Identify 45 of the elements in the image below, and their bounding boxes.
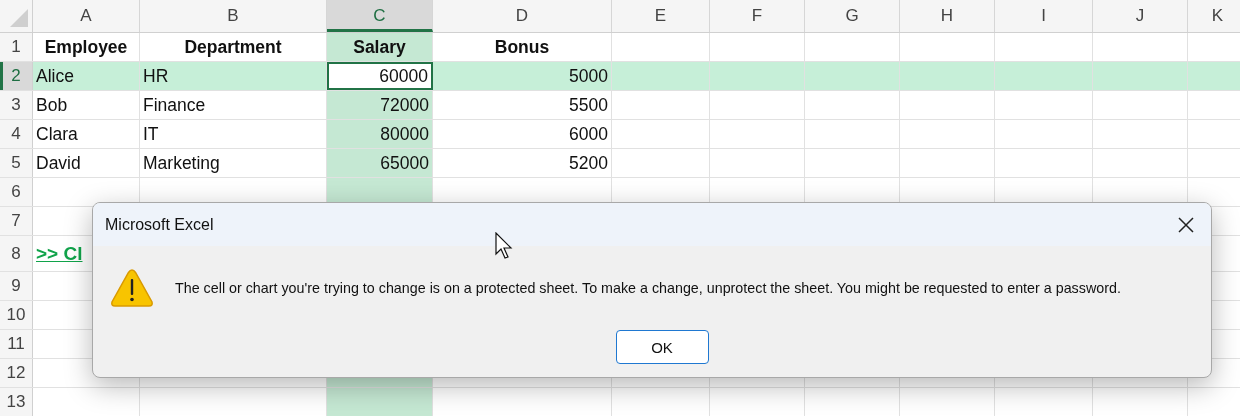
row-header[interactable]: 7 <box>0 207 33 235</box>
column-header[interactable]: H <box>900 0 995 32</box>
column-header[interactable]: K <box>1188 0 1240 32</box>
warning-icon <box>110 268 154 308</box>
table-cell: 5200 <box>433 149 612 177</box>
column-header[interactable]: G <box>805 0 900 32</box>
table-cell: 60000 <box>327 62 433 90</box>
table-cell: 65000 <box>327 149 433 177</box>
table-cell: Salary <box>327 33 433 61</box>
table-cell: Alice <box>33 62 140 90</box>
row-header[interactable]: 2 <box>0 62 33 90</box>
table-cell: David <box>33 149 140 177</box>
table-cell: Clara <box>33 120 140 148</box>
close-icon[interactable] <box>1178 216 1194 233</box>
table-cell: 5000 <box>433 62 612 90</box>
column-header[interactable]: E <box>612 0 710 32</box>
column-header[interactable]: F <box>710 0 805 32</box>
cursor-icon <box>495 232 513 260</box>
column-header[interactable]: D <box>433 0 612 32</box>
table-cell: 80000 <box>327 120 433 148</box>
table-cell: 72000 <box>327 91 433 119</box>
row-header[interactable]: 11 <box>0 330 33 358</box>
row-header[interactable]: 4 <box>0 120 33 148</box>
row-header[interactable]: 8 <box>0 236 33 271</box>
dialog-message: The cell or chart you're trying to change is on a protected sheet. To make a change, unprotect the sheet. You might be requested to enter a password. <box>175 280 1121 296</box>
column-header[interactable]: A <box>33 0 140 32</box>
column-header[interactable]: I <box>995 0 1093 32</box>
column-header[interactable]: J <box>1093 0 1188 32</box>
table-cell: 5500 <box>433 91 612 119</box>
row-header[interactable]: 13 <box>0 388 33 416</box>
table-cell: 6000 <box>433 120 612 148</box>
dialog-title: Microsoft Excel <box>105 215 214 234</box>
row-header[interactable]: 5 <box>0 149 33 177</box>
column-header[interactable]: C <box>327 0 433 32</box>
table-cell: HR <box>140 62 327 90</box>
table-cell: Bonus <box>433 33 612 61</box>
row-header[interactable]: 9 <box>0 272 33 300</box>
row-header[interactable]: 1 <box>0 33 33 61</box>
row-header[interactable]: 6 <box>0 178 33 206</box>
ok-button[interactable]: OK <box>615 330 709 364</box>
table-cell: Employee <box>33 33 140 61</box>
row-header[interactable]: 3 <box>0 91 33 119</box>
row-header[interactable]: 12 <box>0 359 33 387</box>
table-cell: Bob <box>33 91 140 119</box>
row-header[interactable]: 10 <box>0 301 33 329</box>
